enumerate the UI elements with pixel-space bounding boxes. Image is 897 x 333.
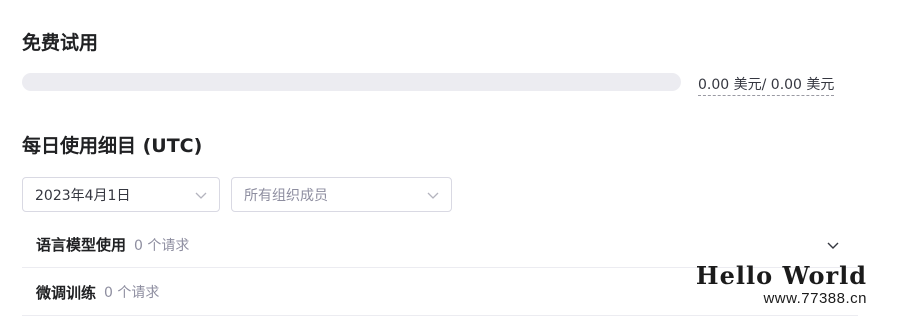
- free-trial-amount[interactable]: 0.00 美元/ 0.00 美元: [698, 74, 835, 96]
- watermark-title: Hello World: [695, 261, 867, 290]
- row-label: 语言模型使用: [36, 236, 127, 254]
- date-select-value: 2023年4月1日: [35, 187, 131, 204]
- member-select[interactable]: 所有组织成员: [231, 177, 452, 212]
- watermark: Hello World www.77388.cn: [695, 261, 867, 307]
- member-select-placeholder: 所有组织成员: [244, 187, 328, 204]
- daily-usage-title: 每日使用细目 (UTC): [22, 135, 203, 157]
- usage-page: 免费试用 0.00 美元/ 0.00 美元 每日使用细目 (UTC) 2023年…: [0, 0, 897, 333]
- row-request-count: 0 个请求: [134, 237, 190, 254]
- chevron-down-icon: [195, 192, 207, 199]
- free-trial-progress-bar: [22, 73, 681, 91]
- watermark-url: www.77388.cn: [763, 290, 867, 307]
- date-select[interactable]: 2023年4月1日: [22, 177, 220, 212]
- free-trial-title: 免费试用: [22, 32, 99, 54]
- row-label: 微调训练: [36, 283, 97, 302]
- row-request-count: 0 个请求: [104, 285, 160, 301]
- chevron-down-icon[interactable]: [824, 236, 842, 254]
- chevron-down-icon: [427, 192, 439, 199]
